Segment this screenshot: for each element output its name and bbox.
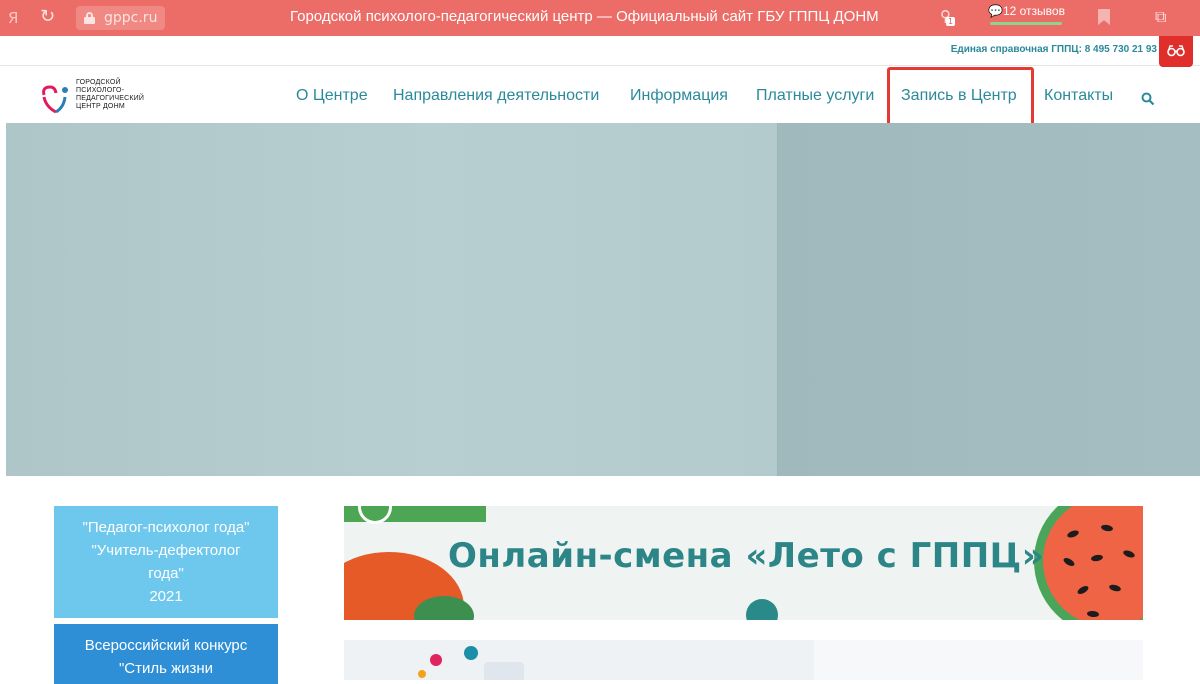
lock-icon (84, 12, 95, 24)
sidebar-card-line: "Учитель-дефектолог (91, 542, 241, 559)
address-bar[interactable]: gppc.ru (76, 6, 166, 30)
nav-item-information[interactable]: Информация (630, 87, 728, 105)
nav-item-about[interactable]: О Центре (296, 87, 368, 105)
address-bar-url: gppc.ru (104, 10, 158, 26)
logo-heart-icon (42, 85, 68, 114)
sidebar-card-line: 2021 (149, 588, 183, 605)
accessibility-glasses-button[interactable] (1159, 36, 1193, 67)
watermelon-illustration (1034, 506, 1143, 620)
sidebar-card-line: "Стиль жизни (118, 660, 214, 677)
logo-line: ПСИХОЛОГО- (76, 87, 125, 94)
banner-title: Онлайн-смена «Лето с ГППЦ» (448, 536, 1045, 576)
sidebar-card-contest-2021[interactable]: "Педагог-психолог года" "Учитель-дефекто… (54, 506, 278, 618)
hero-right-panel (777, 123, 1200, 476)
banner-decoration (746, 599, 778, 620)
yandex-logo-icon[interactable]: Я (8, 9, 18, 27)
reviews-rating-bar (990, 22, 1062, 25)
banner-decoration (814, 640, 1143, 680)
bookmark-icon[interactable] (1098, 9, 1110, 25)
site-top-info-bar: Единая справочная ГППЦ: 8 495 730 21 93 (0, 36, 1200, 66)
nav-item-contacts[interactable]: Контакты (1044, 87, 1113, 105)
logo-line: ГОРОДСКОЙ (76, 79, 121, 86)
translate-icon[interactable]: ⧉ (1155, 7, 1166, 27)
sidebar-card-line: Всероссийский конкурс (84, 637, 248, 654)
nav-item-directions[interactable]: Направления деятельности (393, 87, 599, 105)
banner-decoration (484, 662, 524, 680)
nav-item-paid-services[interactable]: Платные услуги (756, 87, 874, 105)
logo-text: ГОРОДСКОЙ ПСИХОЛОГО- ПЕДАГОГИЧЕСКИЙ ЦЕНТ… (76, 79, 144, 111)
banner-decoration (430, 654, 442, 666)
extension-badge: 1 (946, 17, 956, 26)
browser-toolbar: Я ↻ gppc.ru Городской психолого-педагоги… (0, 0, 1200, 36)
extension-icon[interactable]: ⚲ 1 (940, 7, 956, 26)
summer-online-banner[interactable]: Онлайн-смена «Лето с ГППЦ» (344, 506, 1143, 620)
glasses-icon (1167, 45, 1185, 57)
logo-line: ЦЕНТР ДОНМ (76, 103, 125, 110)
reviews-button[interactable]: 💬12 отзывов (988, 4, 1065, 25)
sidebar-card-lifestyle-contest[interactable]: Всероссийский конкурс "Стиль жизни (54, 624, 278, 684)
hero-left-panel (6, 123, 777, 476)
secondary-banner[interactable] (344, 640, 1143, 680)
sidebar-card-line: года" (148, 565, 184, 582)
hotline-phone[interactable]: Единая справочная ГППЦ: 8 495 730 21 93 (951, 44, 1157, 55)
reload-icon[interactable]: ↻ (40, 6, 55, 27)
search-icon[interactable] (1141, 92, 1155, 106)
sidebar-card-line: "Педагог-психолог года" (82, 519, 250, 536)
banner-decoration (418, 670, 426, 678)
hero-banner (6, 123, 1200, 476)
reviews-label: 💬12 отзывов (988, 4, 1065, 18)
page-tab-title: Городской психолого-педагогический центр… (290, 8, 879, 25)
site-logo[interactable]: ГОРОДСКОЙ ПСИХОЛОГО- ПЕДАГОГИЧЕСКИЙ ЦЕНТ… (38, 79, 168, 115)
logo-line: ПЕДАГОГИЧЕСКИЙ (76, 95, 145, 102)
banner-decoration (464, 646, 478, 660)
